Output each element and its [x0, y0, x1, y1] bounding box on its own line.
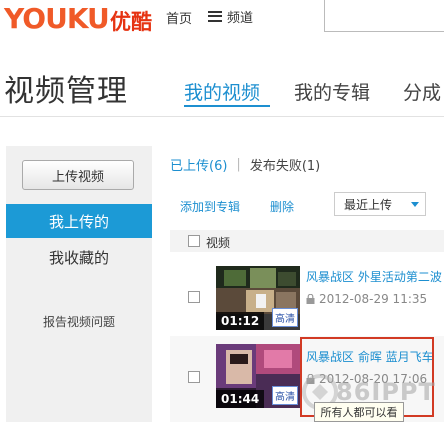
video-duration: 01:44	[216, 390, 265, 408]
video-title-link[interactable]: 风暴战区 外星活动第二波	[306, 268, 442, 285]
video-toolbar: 添加到专辑 删除 最近上传	[170, 190, 444, 220]
delete-button[interactable]: 删除	[270, 198, 294, 215]
select-all-checkbox[interactable]	[188, 235, 200, 247]
active-tab-indicator	[184, 105, 270, 107]
search-input[interactable]	[324, 0, 444, 32]
add-to-album-button[interactable]: 添加到专辑	[180, 198, 240, 215]
logo-chinese: 优酷	[110, 10, 152, 34]
nav-channel-label: 频道	[227, 10, 254, 26]
status-filter-bar: 已上传(6) | 发布失败(1)	[170, 154, 320, 174]
hd-badge: 高清	[272, 308, 298, 327]
video-list-header: 视频	[170, 230, 444, 252]
youku-logo[interactable]: YOUKU 优酷	[4, 2, 154, 36]
video-row: 01:12 高清 风暴战区 外星活动第二波 2012-08-29 11:35	[170, 258, 444, 332]
video-meta: 2012-08-29 11:35	[306, 292, 427, 306]
video-thumbnail[interactable]: 01:12 高清	[216, 266, 300, 330]
publish-failed-filter-link[interactable]: 发布失败(1)	[250, 155, 320, 174]
sidebar-item-my-uploads[interactable]: 我上传的	[6, 204, 152, 238]
chevron-down-icon	[411, 202, 419, 207]
column-header-video: 视频	[206, 236, 231, 250]
sidebar: 上传视频 我上传的 我收藏的 报告视频问题	[6, 146, 152, 422]
video-thumbnail[interactable]: 01:44 高清	[216, 344, 300, 408]
page-title: 视频管理	[4, 74, 128, 109]
hd-badge: 高清	[272, 386, 298, 405]
nav-home-link[interactable]: 首页	[166, 8, 192, 27]
nav-channel-menu[interactable]: 频道	[208, 6, 253, 26]
header-divider	[0, 116, 444, 117]
row-checkbox[interactable]	[188, 291, 200, 303]
menu-icon	[208, 10, 222, 22]
row-checkbox[interactable]	[188, 371, 200, 383]
sort-select-value: 最近上传	[344, 197, 393, 212]
video-duration: 01:12	[216, 312, 265, 330]
logo-wordmark: YOUKU	[4, 2, 110, 35]
uploaded-filter-link[interactable]: 已上传(6)	[170, 155, 227, 174]
tab-revenue-share[interactable]: 分成	[403, 78, 441, 105]
tab-my-videos[interactable]: 我的视频	[184, 78, 260, 105]
filter-separator: |	[236, 156, 241, 172]
tab-my-albums[interactable]: 我的专辑	[294, 78, 370, 105]
upload-date: 2012-08-29 11:35	[319, 292, 428, 306]
top-navigation-bar: YOUKU 优酷 首页 频道	[0, 0, 444, 40]
report-video-issue-link[interactable]: 报告视频问题	[6, 311, 152, 331]
lock-icon	[306, 294, 315, 304]
upload-video-button[interactable]: 上传视频	[22, 160, 134, 190]
privacy-tooltip: 所有人都可以看	[314, 402, 404, 422]
sidebar-item-my-favorites[interactable]: 我收藏的	[6, 242, 152, 272]
sort-select[interactable]: 最近上传	[334, 192, 426, 216]
